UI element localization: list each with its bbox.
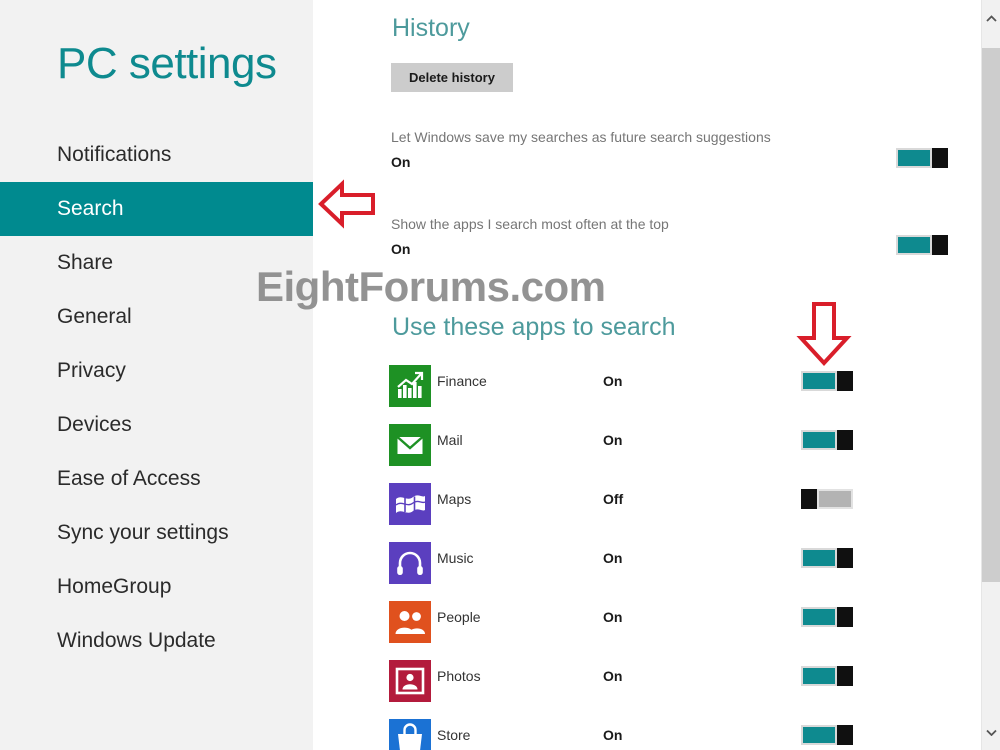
maps-icon <box>389 483 431 525</box>
left-arrow-icon <box>318 176 376 232</box>
toggle-thumb <box>837 725 853 745</box>
app-name-label: Store <box>437 727 471 743</box>
app-row: Finance On <box>313 365 981 424</box>
toggle-finance[interactable] <box>801 371 853 391</box>
toggle-thumb <box>837 430 853 450</box>
settings-nav-list: Notifications Search Share General Privacy De… <box>0 128 313 668</box>
app-row: Mail On <box>313 424 981 483</box>
app-row: Photos On <box>313 660 981 719</box>
toggle-thumb <box>932 235 948 255</box>
apps-section-heading: Use these apps to search <box>392 313 676 341</box>
app-state-label: On <box>603 727 623 743</box>
app-row: People On <box>313 601 981 660</box>
setting-label-save-searches: Let Windows save my searches as future s… <box>391 129 771 145</box>
toggle-track <box>801 725 837 745</box>
sidebar-item-ease-of-access[interactable]: Ease of Access <box>0 452 313 506</box>
app-row: Music On <box>313 542 981 601</box>
toggle-track <box>801 666 837 686</box>
toggle-track <box>817 489 853 509</box>
toggle-thumb <box>837 371 853 391</box>
setting-label-show-top-apps: Show the apps I search most often at the… <box>391 216 669 232</box>
sidebar-item-homegroup[interactable]: HomeGroup <box>0 560 313 614</box>
setting-state-show-top-apps: On <box>391 241 411 257</box>
chevron-up-icon <box>985 14 997 22</box>
toggle-thumb <box>801 489 817 509</box>
watermark-text: EightForums.com <box>256 263 606 310</box>
vertical-scrollbar[interactable] <box>981 0 1000 750</box>
toggle-store[interactable] <box>801 725 853 745</box>
settings-content-panel: History Delete history Let Windows save … <box>313 0 981 750</box>
toggle-save-searches[interactable] <box>896 148 948 168</box>
toggle-thumb <box>837 607 853 627</box>
page-title: PC settings <box>57 39 277 88</box>
app-name-label: People <box>437 609 481 625</box>
scroll-up-button[interactable] <box>982 0 1000 36</box>
toggle-maps[interactable] <box>801 489 853 509</box>
finance-icon <box>389 365 431 407</box>
toggle-people[interactable] <box>801 607 853 627</box>
app-name-label: Photos <box>437 668 481 684</box>
history-section-heading: History <box>392 14 470 42</box>
music-icon <box>389 542 431 584</box>
app-row: Maps Off <box>313 483 981 542</box>
app-state-label: On <box>603 668 623 684</box>
toggle-mail[interactable] <box>801 430 853 450</box>
toggle-thumb <box>932 148 948 168</box>
sidebar-item-search[interactable]: Search <box>0 182 313 236</box>
app-name-label: Finance <box>437 373 487 389</box>
app-name-label: Mail <box>437 432 463 448</box>
app-state-label: On <box>603 609 623 625</box>
sidebar-item-windows-update[interactable]: Windows Update <box>0 614 313 668</box>
store-icon <box>389 719 431 750</box>
app-row: Store On <box>313 719 981 750</box>
app-name-label: Music <box>437 550 474 566</box>
sidebar-item-devices[interactable]: Devices <box>0 398 313 452</box>
app-state-label: On <box>603 432 623 448</box>
sidebar-item-notifications[interactable]: Notifications <box>0 128 313 182</box>
app-state-label: On <box>603 373 623 389</box>
mail-icon <box>389 424 431 466</box>
toggle-track <box>801 607 837 627</box>
toggle-thumb <box>837 548 853 568</box>
delete-history-button[interactable]: Delete history <box>391 63 513 92</box>
toggle-music[interactable] <box>801 548 853 568</box>
setting-state-save-searches: On <box>391 154 411 170</box>
app-state-label: On <box>603 550 623 566</box>
pc-settings-window: PC settings Notifications Search Share Gene… <box>0 0 1000 750</box>
scroll-down-button[interactable] <box>982 714 1000 750</box>
people-icon <box>389 601 431 643</box>
down-arrow-icon <box>795 300 853 366</box>
toggle-photos[interactable] <box>801 666 853 686</box>
sidebar-item-privacy[interactable]: Privacy <box>0 344 313 398</box>
toggle-track <box>801 548 837 568</box>
photos-icon <box>389 660 431 702</box>
app-state-label: Off <box>603 491 624 507</box>
toggle-track <box>896 235 932 255</box>
search-apps-list: Finance On Mail On Maps Off Music On People On Pho… <box>313 365 981 750</box>
toggle-track <box>801 430 837 450</box>
app-name-label: Maps <box>437 491 472 507</box>
scrollbar-thumb[interactable] <box>982 48 1000 582</box>
sidebar-item-sync-your-settings[interactable]: Sync your settings <box>0 506 313 560</box>
sidebar: PC settings Notifications Search Share Gene… <box>0 0 313 750</box>
toggle-track <box>896 148 932 168</box>
toggle-show-top-apps[interactable] <box>896 235 948 255</box>
toggle-thumb <box>837 666 853 686</box>
toggle-track <box>801 371 837 391</box>
chevron-down-icon <box>985 729 997 736</box>
